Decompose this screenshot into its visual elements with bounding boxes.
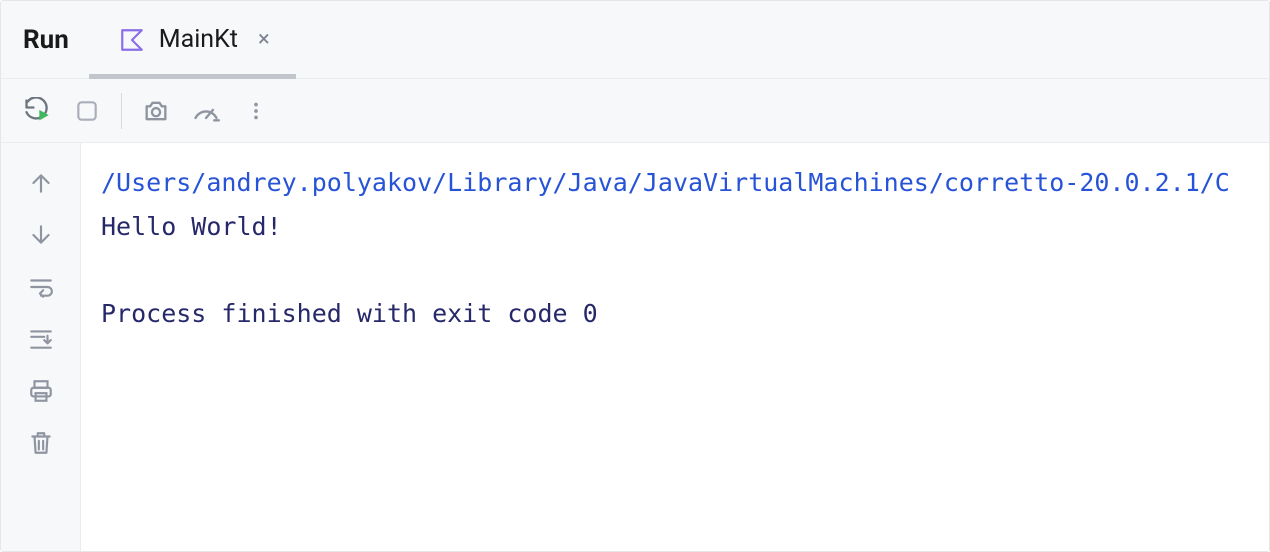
rerun-icon <box>23 97 51 125</box>
panel-title: Run <box>23 25 69 55</box>
stop-button[interactable] <box>65 89 109 133</box>
console-gutter <box>1 143 81 551</box>
print-button[interactable] <box>19 369 63 413</box>
scroll-up-button[interactable] <box>19 161 63 205</box>
run-header: Run MainKt × <box>1 1 1269 79</box>
clear-button[interactable] <box>19 421 63 465</box>
rerun-button[interactable] <box>15 89 59 133</box>
toolbar-separator <box>121 93 122 129</box>
arrow-up-icon <box>28 170 54 196</box>
console-output[interactable]: /Users/andrey.polyakov/Library/Java/Java… <box>81 143 1269 551</box>
trash-icon <box>28 430 54 456</box>
scroll-to-end-button[interactable] <box>19 317 63 361</box>
more-icon <box>245 100 267 122</box>
stop-icon <box>74 98 100 124</box>
console-status-line: Process finished with exit code 0 <box>101 299 598 328</box>
camera-icon <box>142 97 170 125</box>
more-button[interactable] <box>234 89 278 133</box>
soft-wrap-button[interactable] <box>19 265 63 309</box>
screenshot-button[interactable] <box>134 89 178 133</box>
soft-wrap-icon <box>28 274 54 300</box>
close-icon[interactable]: × <box>252 27 276 52</box>
console-cmd-line: /Users/andrey.polyakov/Library/Java/Java… <box>101 168 1230 197</box>
run-tool-window: Run MainKt × <box>0 0 1270 552</box>
gauge-icon <box>192 97 220 125</box>
tab-label: MainKt <box>159 25 238 54</box>
scroll-down-button[interactable] <box>19 213 63 257</box>
run-body: /Users/andrey.polyakov/Library/Java/Java… <box>1 143 1269 551</box>
run-toolbar <box>1 79 1269 143</box>
scroll-end-icon <box>28 326 54 352</box>
kotlin-icon <box>119 27 145 53</box>
print-icon <box>28 378 54 404</box>
performance-button[interactable] <box>184 89 228 133</box>
arrow-down-icon <box>28 222 54 248</box>
tab-underline <box>89 74 296 79</box>
run-tab[interactable]: MainKt × <box>109 1 286 78</box>
console-output-line: Hello World! <box>101 212 282 241</box>
